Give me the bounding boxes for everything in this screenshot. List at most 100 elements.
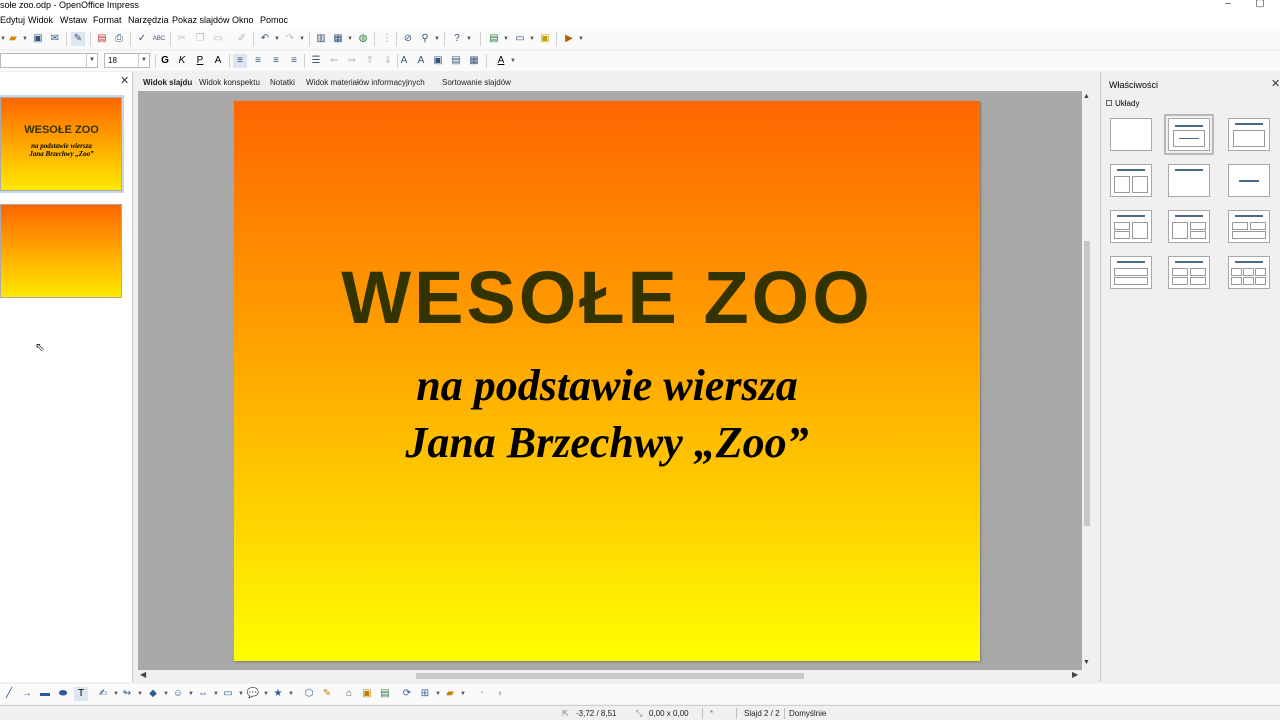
- layout-title-2-content-content[interactable]: [1110, 210, 1152, 243]
- justify-icon[interactable]: ≡: [287, 54, 301, 68]
- character-icon[interactable]: ▣: [431, 54, 445, 68]
- table-icon[interactable]: ▦: [331, 32, 345, 46]
- slide-thumbnail-2[interactable]: [0, 204, 122, 298]
- chevron-down-icon[interactable]: ▼: [86, 54, 97, 67]
- align-dropdown[interactable]: ▼: [435, 688, 441, 700]
- callouts-dropdown[interactable]: ▼: [263, 688, 269, 700]
- scroll-up-icon[interactable]: ▲: [1083, 93, 1090, 100]
- vertical-scroll-thumb[interactable]: [1084, 241, 1090, 526]
- menu-format[interactable]: Format: [93, 15, 122, 25]
- navigator-icon[interactable]: ⊘: [401, 32, 415, 46]
- grid-icon[interactable]: ⋮: [380, 32, 394, 46]
- flowchart-icon[interactable]: ▭: [221, 687, 235, 701]
- points-icon[interactable]: ⬡: [302, 687, 316, 701]
- align-right-icon[interactable]: ≡: [269, 54, 283, 68]
- paragraph-icon[interactable]: ▤: [449, 54, 463, 68]
- layout-title-4-content[interactable]: [1168, 256, 1210, 289]
- layout-title-slide[interactable]: [1164, 114, 1214, 155]
- slide-subtitle-line-1[interactable]: na podstawie wiersza: [234, 360, 980, 411]
- arrange-dropdown[interactable]: ▼: [460, 688, 466, 700]
- symbol-shapes-icon[interactable]: ☺: [171, 687, 185, 701]
- text-icon[interactable]: T: [74, 687, 88, 701]
- menu-edit[interactable]: Edytuj: [0, 15, 25, 25]
- line-arrow-icon[interactable]: →: [20, 687, 34, 701]
- print-icon[interactable]: ⎙: [112, 32, 126, 46]
- slide-thumbnail-1[interactable]: WESOŁE ZOO na podstawie wiersza Jana Brz…: [0, 95, 124, 193]
- layout-title-two-columns[interactable]: [1110, 164, 1152, 197]
- basic-shapes-dropdown[interactable]: ▼: [163, 688, 169, 700]
- tab-slide-view[interactable]: Widok slajdu: [143, 78, 192, 87]
- rotate-icon[interactable]: ⟳: [400, 687, 414, 701]
- gallery-icon[interactable]: ▤: [378, 687, 392, 701]
- scroll-left-icon[interactable]: ◀: [140, 670, 146, 679]
- basic-shapes-icon[interactable]: ◆: [146, 687, 160, 701]
- block-arrows-dropdown[interactable]: ▼: [213, 688, 219, 700]
- export-pdf-icon[interactable]: ▤: [95, 32, 109, 46]
- shadow-icon[interactable]: A: [211, 54, 225, 68]
- tab-handouts[interactable]: Widok materiałów informacyjnych: [306, 78, 425, 87]
- menu-view[interactable]: Widok: [28, 15, 53, 25]
- tab-slide-sorter[interactable]: Sortowanie slajdów: [442, 78, 511, 87]
- ellipse-icon[interactable]: ⬬: [56, 687, 70, 701]
- slideshow-dropdown[interactable]: ▼: [578, 33, 584, 45]
- layout-title-content-over-content[interactable]: [1110, 256, 1152, 289]
- line-icon[interactable]: ╱: [2, 687, 16, 701]
- horizontal-scrollbar[interactable]: ◀ ▶: [138, 670, 1082, 682]
- layout-title-only[interactable]: [1168, 164, 1210, 197]
- collapse-icon[interactable]: [1106, 100, 1112, 106]
- save-icon[interactable]: ▣: [31, 32, 45, 46]
- horizontal-scroll-thumb[interactable]: [416, 673, 804, 679]
- slide-subtitle-line-2[interactable]: Jana Brzechwy „Zoo”: [234, 417, 980, 468]
- bullets-icon[interactable]: ☰: [309, 54, 323, 68]
- layout-title-content[interactable]: [1228, 118, 1270, 151]
- vertical-scrollbar[interactable]: ▲ ▼: [1082, 91, 1092, 670]
- slide-title[interactable]: WESOŁE ZOO: [234, 255, 980, 340]
- fontwork-icon[interactable]: ⌂: [342, 687, 356, 701]
- connector-dropdown[interactable]: ▼: [137, 688, 143, 700]
- master-page-name[interactable]: Domyślnie: [789, 709, 826, 718]
- slide-layout-icon[interactable]: ▭: [513, 32, 527, 46]
- glue-points-icon[interactable]: ✎: [320, 687, 334, 701]
- flowchart-dropdown[interactable]: ▼: [238, 688, 244, 700]
- new-slide-icon[interactable]: ▤: [487, 32, 501, 46]
- font-size-decrease-icon[interactable]: A: [414, 54, 428, 68]
- font-color-icon[interactable]: A: [494, 54, 508, 68]
- callouts-icon[interactable]: 💬: [246, 687, 260, 701]
- layout-title-6-content[interactable]: [1228, 256, 1270, 289]
- chevron-down-icon[interactable]: ▼: [138, 54, 149, 67]
- scroll-right-icon[interactable]: ▶: [1072, 670, 1078, 679]
- block-arrows-icon[interactable]: ⇔: [196, 687, 210, 701]
- open-icon[interactable]: ▰: [6, 32, 20, 46]
- menu-insert[interactable]: Wstaw: [60, 15, 87, 25]
- underline-icon[interactable]: P: [193, 54, 207, 68]
- chart-icon[interactable]: ▥: [314, 32, 328, 46]
- layout-title-content-2-content[interactable]: [1168, 210, 1210, 243]
- arrange-icon[interactable]: ▰: [443, 687, 457, 701]
- curve-dropdown[interactable]: ▼: [113, 688, 119, 700]
- slide[interactable]: WESOŁE ZOO na podstawie wiersza Jana Brz…: [234, 101, 980, 661]
- layout-centered-text[interactable]: [1228, 164, 1270, 197]
- undo-dropdown[interactable]: ▼: [274, 33, 280, 45]
- curve-icon[interactable]: ✍: [96, 687, 110, 701]
- bullets-numbering-icon[interactable]: ▦: [467, 54, 481, 68]
- stars-dropdown[interactable]: ▼: [288, 688, 294, 700]
- symbol-shapes-dropdown[interactable]: ▼: [188, 688, 194, 700]
- layout-title-2-content-over-content[interactable]: [1228, 210, 1270, 243]
- close-icon[interactable]: ✕: [1271, 77, 1280, 90]
- email-icon[interactable]: ✉: [48, 32, 62, 46]
- align-objects-icon[interactable]: ⊞: [418, 687, 432, 701]
- menu-help[interactable]: Pomoc: [260, 15, 288, 25]
- rectangle-icon[interactable]: ▬: [38, 687, 52, 701]
- table-dropdown[interactable]: ▼: [347, 33, 353, 45]
- zoom-icon[interactable]: ⚲: [418, 32, 432, 46]
- close-icon[interactable]: ✕: [120, 74, 129, 87]
- help-icon[interactable]: ?: [450, 32, 464, 46]
- tab-outline-view[interactable]: Widok konspektu: [199, 78, 260, 87]
- minimize-button[interactable]: –: [1218, 0, 1238, 10]
- menu-window[interactable]: Okno: [232, 15, 254, 25]
- menu-slideshow[interactable]: Pokaz slajdów: [172, 15, 230, 25]
- connector-icon[interactable]: ↬: [120, 687, 134, 701]
- tab-notes[interactable]: Notatki: [270, 78, 295, 87]
- font-name-field[interactable]: ▼: [0, 53, 98, 68]
- slideshow-icon[interactable]: ▶: [562, 32, 576, 46]
